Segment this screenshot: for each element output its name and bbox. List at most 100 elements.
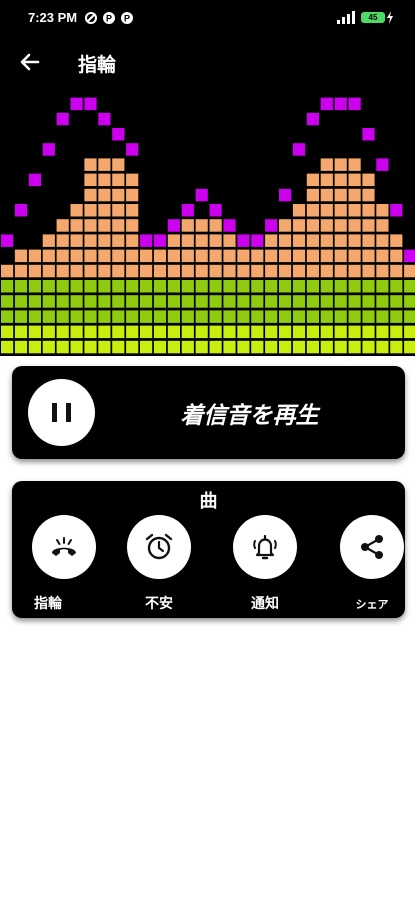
visualizer-cell <box>70 280 83 293</box>
battery-icon: 45 <box>361 12 385 23</box>
svg-text:P: P <box>106 14 112 24</box>
set-ringtone-button[interactable] <box>32 515 96 579</box>
visualizer-cell <box>140 325 153 339</box>
visualizer-cell <box>56 280 69 293</box>
pause-button[interactable] <box>28 379 95 446</box>
visualizer-cell <box>404 310 415 323</box>
visualizer-cell <box>306 249 319 263</box>
visualizer-cell <box>28 295 41 308</box>
visualizer-cell <box>237 295 250 308</box>
share-button[interactable] <box>340 515 404 579</box>
svg-text:P: P <box>124 14 130 24</box>
actions-card: 曲 指輪 不安 通知 シェア <box>12 481 405 618</box>
visualizer-cell <box>251 264 264 278</box>
visualizer-cell <box>362 310 375 323</box>
visualizer-cell <box>112 249 125 263</box>
visualizer-cell <box>1 325 14 339</box>
visualizer-cell <box>362 340 375 354</box>
visualizer-cell <box>112 310 125 323</box>
visualizer-cell <box>362 204 375 217</box>
visualizer-cell <box>404 280 415 293</box>
set-alarm-button[interactable] <box>127 515 191 579</box>
visualizer-cell <box>14 264 28 278</box>
visualizer-cell <box>98 264 111 278</box>
charging-icon <box>387 11 393 24</box>
visualizer-cell <box>292 310 306 323</box>
visualizer-cell <box>181 234 194 247</box>
visualizer-cell <box>181 310 194 323</box>
visualizer-cell <box>292 325 306 339</box>
set-notification-button[interactable] <box>233 515 297 579</box>
visualizer-cell <box>376 280 389 293</box>
visualizer-cell <box>209 264 222 278</box>
visualizer-cell <box>390 264 403 278</box>
visualizer-cell <box>306 264 319 278</box>
visualizer-peak <box>306 112 319 126</box>
visualizer-cell <box>306 340 319 354</box>
signal-icon <box>337 11 355 24</box>
player-card: 着信音を再生 <box>12 366 405 459</box>
visualizer-cell <box>98 173 111 187</box>
visualizer-cell <box>84 340 97 354</box>
visualizer-cell <box>98 219 111 232</box>
visualizer-cell <box>195 249 208 263</box>
visualizer-cell <box>153 325 167 339</box>
alarm-clock-icon <box>145 533 173 560</box>
visualizer-peak <box>292 143 306 156</box>
visualizer-cell <box>1 280 14 293</box>
visualizer-cell <box>279 325 292 339</box>
visualizer-cell <box>28 325 41 339</box>
visualizer-cell <box>84 234 97 247</box>
visualizer-cell <box>1 310 14 323</box>
visualizer-cell <box>265 325 278 339</box>
visualizer-cell <box>98 280 111 293</box>
visualizer-cell <box>306 173 319 187</box>
visualizer-cell <box>167 249 180 263</box>
visualizer-cell <box>292 204 306 217</box>
visualizer-cell <box>320 234 333 247</box>
visualizer-cell <box>279 234 292 247</box>
visualizer-cell <box>376 295 389 308</box>
visualizer-peak <box>70 97 83 111</box>
visualizer-cell <box>404 264 415 278</box>
visualizer-cell <box>42 325 55 339</box>
visualizer-cell <box>209 295 222 308</box>
visualizer-cell <box>28 264 41 278</box>
visualizer-cell <box>167 295 180 308</box>
visualizer-cell <box>320 325 333 339</box>
visualizer-cell <box>56 325 69 339</box>
visualizer-cell <box>140 310 153 323</box>
visualizer-cell <box>390 310 403 323</box>
share-icon <box>361 535 383 559</box>
visualizer-cell <box>362 264 375 278</box>
arrow-left-icon[interactable] <box>16 48 44 76</box>
visualizer-cell <box>348 219 361 232</box>
visualizer-cell <box>292 264 306 278</box>
visualizer-cell <box>14 310 28 323</box>
visualizer-cell <box>70 219 83 232</box>
visualizer-cell <box>126 204 139 217</box>
visualizer-cell <box>167 234 180 247</box>
visualizer-cell <box>1 340 14 354</box>
visualizer-cell <box>84 173 97 187</box>
visualizer-cell <box>292 295 306 308</box>
visualizer-cell <box>237 249 250 263</box>
visualizer-peak <box>28 173 41 187</box>
visualizer-cell <box>153 280 167 293</box>
visualizer-cell <box>348 204 361 217</box>
visualizer-cell <box>279 310 292 323</box>
visualizer-cell <box>237 280 250 293</box>
visualizer-cell <box>348 249 361 263</box>
visualizer-cell <box>1 295 14 308</box>
visualizer-cell <box>14 249 28 263</box>
visualizer-cell <box>223 264 236 278</box>
visualizer-cell <box>195 325 208 339</box>
visualizer-cell <box>42 234 55 247</box>
visualizer-cell <box>362 219 375 232</box>
visualizer-cell <box>84 264 97 278</box>
visualizer-cell <box>362 188 375 202</box>
visualizer-cell <box>70 325 83 339</box>
play-ringtone-label[interactable]: 着信音を再生 <box>102 396 397 430</box>
action-label-ringtone: 指輪 <box>34 596 62 612</box>
visualizer-cell <box>42 340 55 354</box>
